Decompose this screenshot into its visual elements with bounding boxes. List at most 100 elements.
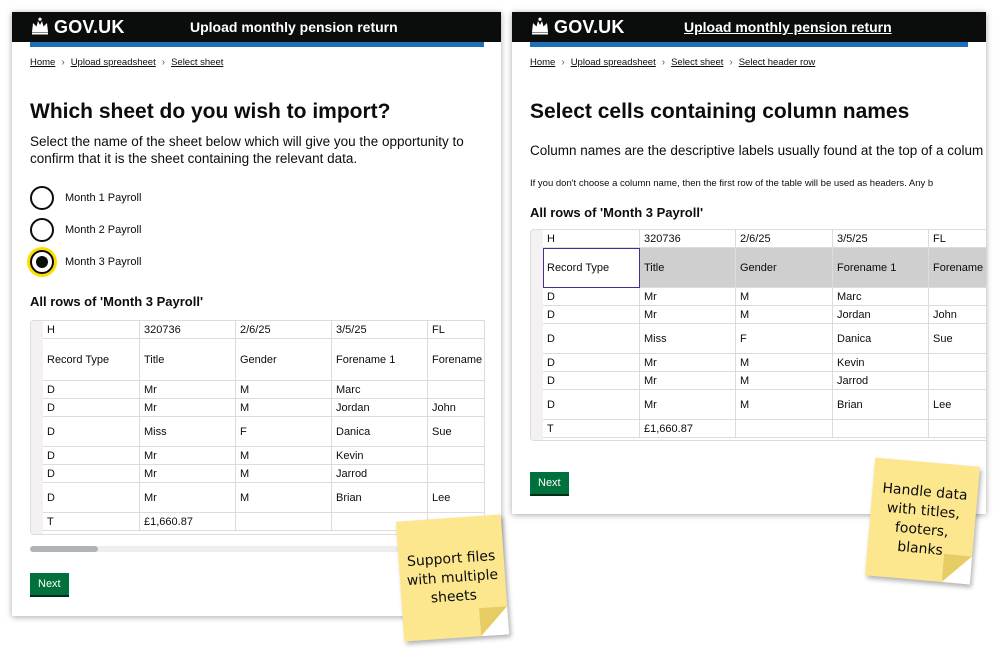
table-cell[interactable]: Forename 2	[929, 248, 986, 288]
breadcrumb-select-sheet[interactable]: Select sheet	[171, 57, 223, 68]
breadcrumb-home[interactable]: Home	[30, 57, 55, 68]
table-cell[interactable]: H	[543, 230, 640, 248]
table-cell[interactable]: Title	[640, 248, 736, 288]
table-cell[interactable]: D	[543, 306, 640, 324]
next-button[interactable]: Next	[30, 573, 69, 595]
table-cell: Miss	[140, 417, 236, 447]
table-cell: John	[428, 399, 484, 417]
table-cell[interactable]: Mr	[640, 288, 736, 306]
table-cell[interactable]: John	[929, 306, 986, 324]
table-cell[interactable]: Mr	[640, 390, 736, 420]
table-cell[interactable]: 2/6/25	[736, 230, 833, 248]
radio-circle[interactable]	[30, 218, 54, 242]
table-cell[interactable]	[736, 420, 833, 438]
table-cell: Sue	[428, 417, 484, 447]
breadcrumb-upload-spreadsheet[interactable]: Upload spreadsheet	[571, 57, 656, 68]
crown-icon	[532, 17, 548, 35]
radio-circle[interactable]	[30, 186, 54, 210]
table-cell[interactable]: Jordan	[833, 306, 929, 324]
table-cell: F	[236, 417, 332, 447]
table-cell[interactable]: Miss	[640, 324, 736, 354]
sticky-note-text: Support files with multiple sheets	[406, 547, 499, 607]
table-cell[interactable]: Marc	[833, 288, 929, 306]
header-row-selection-screen: GOV.UK Upload monthly pension return Hom…	[512, 12, 986, 514]
service-name[interactable]: Upload monthly pension return	[684, 19, 892, 35]
table-cell: Brian	[332, 483, 428, 513]
table-cell	[428, 381, 484, 399]
next-button[interactable]: Next	[530, 472, 569, 494]
table-cell[interactable]: F	[736, 324, 833, 354]
table-cell[interactable]: T	[543, 420, 640, 438]
crown-icon	[32, 17, 48, 35]
table-cell[interactable]	[833, 420, 929, 438]
scrollbar-thumb[interactable]	[30, 546, 98, 552]
radio-circle-selected[interactable]	[30, 250, 54, 274]
table-cell: M	[236, 447, 332, 465]
table-cell: 2/6/25	[236, 321, 332, 339]
table-cell[interactable]: D	[543, 354, 640, 372]
table-grid: H 320736 2/6/25 3/5/25 FL Record Type Title Gen…	[543, 230, 986, 440]
table-cell: Mr	[140, 399, 236, 417]
table-cell[interactable]: Brian	[833, 390, 929, 420]
table-cell[interactable]: Mr	[640, 354, 736, 372]
table-cell[interactable]: M	[736, 354, 833, 372]
table-cell[interactable]: Gender	[736, 248, 833, 288]
table-cell[interactable]: £1,660.87	[640, 420, 736, 438]
table-cell: 320736	[140, 321, 236, 339]
table-cell[interactable]: D	[543, 372, 640, 390]
table-cell[interactable]	[929, 420, 986, 438]
table-cell[interactable]: M	[736, 306, 833, 324]
table-cell	[428, 465, 484, 483]
table-cell[interactable]: D	[543, 288, 640, 306]
breadcrumb-home[interactable]: Home	[530, 57, 555, 68]
table-cell[interactable]: M	[736, 372, 833, 390]
table-cell: £1,660.87	[140, 513, 236, 531]
table-cell[interactable]	[929, 288, 986, 306]
govuk-logo[interactable]: GOV.UK	[554, 17, 625, 38]
table-cell: D	[43, 483, 140, 513]
table-cell[interactable]: M	[736, 288, 833, 306]
govuk-header: GOV.UK Upload monthly pension return	[512, 12, 986, 42]
table-cell[interactable]: 3/5/25	[833, 230, 929, 248]
table-cell[interactable]	[929, 354, 986, 372]
radio-label[interactable]: Month 1 Payroll	[65, 192, 141, 204]
radio-label[interactable]: Month 3 Payroll	[65, 256, 141, 268]
page-title: Which sheet do you wish to import?	[30, 100, 391, 123]
table-cell[interactable]: 320736	[640, 230, 736, 248]
table-cell: Mr	[140, 381, 236, 399]
table-cell: Forename 1	[332, 339, 428, 381]
table-cell: H	[43, 321, 140, 339]
table-cell[interactable]: Mr	[640, 306, 736, 324]
table-cell: D	[43, 381, 140, 399]
breadcrumb-select-header-row[interactable]: Select header row	[739, 57, 816, 68]
table-cell[interactable]	[929, 372, 986, 390]
table-cell: 3/5/25	[332, 321, 428, 339]
service-name[interactable]: Upload monthly pension return	[190, 19, 398, 35]
table-cell[interactable]: Mr	[640, 372, 736, 390]
header-select-table: H 320736 2/6/25 3/5/25 FL Record Type Title Gen…	[530, 229, 986, 441]
table-cell	[428, 447, 484, 465]
table-cell[interactable]: Danica	[833, 324, 929, 354]
govuk-logo[interactable]: GOV.UK	[54, 17, 125, 38]
table-cell[interactable]: D	[543, 324, 640, 354]
table-cell[interactable]: Lee	[929, 390, 986, 420]
table-cell[interactable]: Kevin	[833, 354, 929, 372]
table-cell: Kevin	[332, 447, 428, 465]
table-cell[interactable]: Forename 1	[833, 248, 929, 288]
table-cell[interactable]: Record Type	[543, 248, 640, 288]
table-cell[interactable]: Sue	[929, 324, 986, 354]
table-cell[interactable]: FL	[929, 230, 986, 248]
table-cell: Mr	[140, 483, 236, 513]
sticky-note-right: Handle data with titles, footers, blanks	[865, 457, 980, 585]
table-cell[interactable]: D	[543, 390, 640, 420]
chevron-right-icon: ›	[661, 57, 666, 68]
table-cell[interactable]: Jarrod	[833, 372, 929, 390]
breadcrumb-upload-spreadsheet[interactable]: Upload spreadsheet	[71, 57, 156, 68]
page-title: Select cells containing column names	[530, 100, 910, 123]
table-cell[interactable]: M	[736, 390, 833, 420]
radio-label[interactable]: Month 2 Payroll	[65, 224, 141, 236]
breadcrumb-select-sheet[interactable]: Select sheet	[671, 57, 723, 68]
breadcrumb: Home › Upload spreadsheet › Select sheet	[30, 57, 223, 68]
table-cell: M	[236, 399, 332, 417]
chevron-right-icon: ›	[729, 57, 733, 68]
